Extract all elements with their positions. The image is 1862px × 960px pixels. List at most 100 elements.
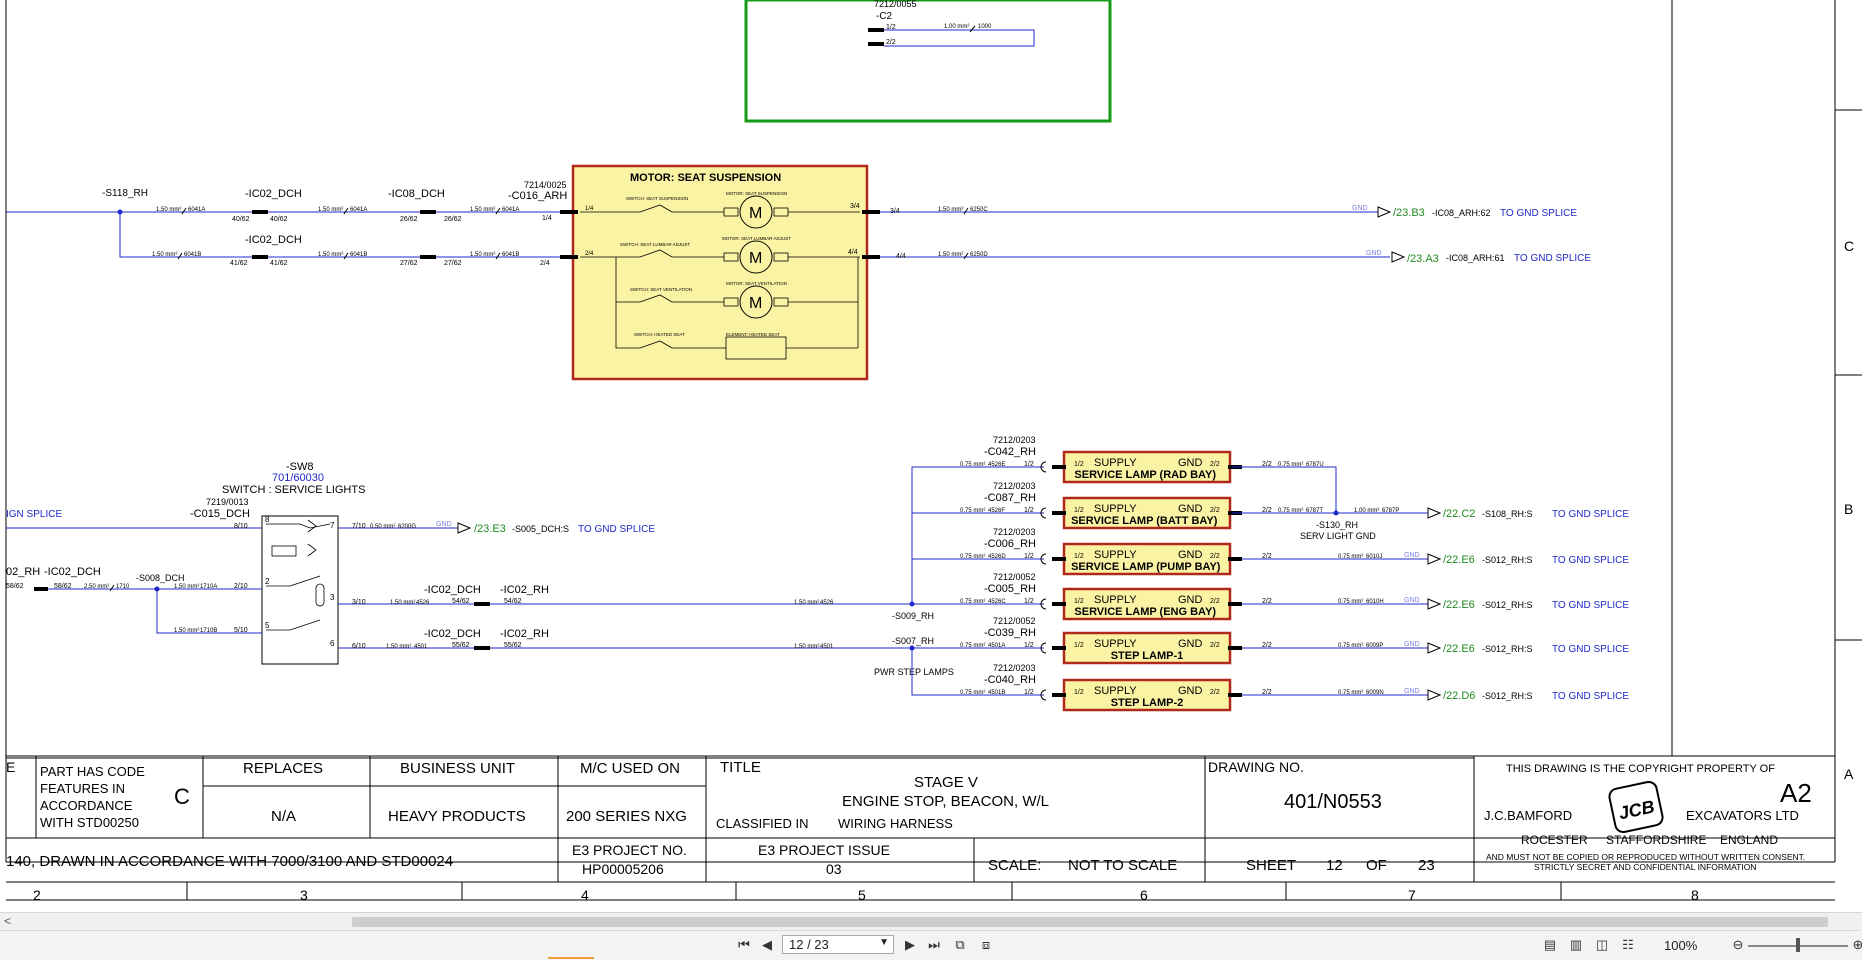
row2-ref[interactable]: /23.A3 xyxy=(1407,253,1439,265)
lamp-box-p2: 2/2 xyxy=(1210,507,1220,514)
row1-pin-in: 1/4 xyxy=(542,215,552,222)
tb-mc-h: M/C USED ON xyxy=(580,760,680,777)
zone-6: 6 xyxy=(1140,887,1148,903)
off-page-arrow-icon xyxy=(1427,507,1442,519)
copy-page-icon[interactable]: ⧉ xyxy=(950,936,970,954)
tb-bu-v: HEAVY PRODUCTS xyxy=(388,808,526,825)
lamp-dest-ref[interactable]: /22.E6 xyxy=(1443,554,1475,566)
lamp-dest-ref[interactable]: /22.C2 xyxy=(1443,508,1475,520)
paste-page-icon[interactable]: ⧈ xyxy=(976,936,996,954)
zoom-in-icon[interactable]: ⊕ xyxy=(1848,936,1862,954)
lamp-title: STEP LAMP-2 xyxy=(1111,697,1184,709)
lamp-box-p1: 1/2 xyxy=(1074,642,1084,649)
tb-classified-h: CLASSIFIED IN xyxy=(716,816,808,831)
lamp-conn: -C005_RH xyxy=(984,583,1036,595)
tb-co-right: EXCAVATORS LTD xyxy=(1686,808,1799,823)
lamp-box-p2: 2/2 xyxy=(1210,689,1220,696)
two-page-view-icon[interactable]: ◫ xyxy=(1592,936,1612,954)
tb-addr3: ENGLAND xyxy=(1720,833,1778,847)
lamp-box-p1: 1/2 xyxy=(1074,689,1084,696)
drawing-canvas[interactable]: C B A 7212/0055 -C2 1/2 2/2 1.00 mm² 100… xyxy=(0,0,1862,903)
row1-note: TO GND SPLICE xyxy=(1500,208,1577,219)
lamp-w-in: 0.75 mm² xyxy=(960,643,985,649)
row1-w2id: 6041A xyxy=(350,207,367,213)
mid-s007: -S007_RH xyxy=(892,636,934,646)
left-out-wid: 6200G xyxy=(398,524,416,530)
tb-code-1: PART HAS CODE xyxy=(40,764,145,779)
row1-w3: 1.50 mm² xyxy=(470,207,495,213)
lamp-w-out: 0.75 mm² xyxy=(1338,599,1363,605)
sw8-n7: 7 xyxy=(330,521,335,530)
row2-w2id: 6041B xyxy=(350,252,367,258)
lamp-dest-ref[interactable]: /22.D6 xyxy=(1443,690,1475,702)
continuous-view-icon[interactable]: ▥ xyxy=(1566,936,1586,954)
seat-sw2: SWITCH: SEAT LUMBAR ADJUST xyxy=(620,242,690,247)
off-page-arrow-icon xyxy=(1427,689,1442,701)
horizontal-scrollbar[interactable]: < xyxy=(0,912,1862,931)
lamp-title: SERVICE LAMP (BATT BAY) xyxy=(1071,515,1218,527)
first-page-icon[interactable]: ⏮ xyxy=(734,936,754,954)
seat-sw3: SWITCH: SEAT VENTILATION xyxy=(630,287,692,292)
top-box-pin2: 2/2 xyxy=(886,39,896,46)
left-w-aid: 1710A xyxy=(200,584,217,590)
page-select[interactable]: 12 / 23 ▼ xyxy=(782,935,894,954)
lamp-wid-in: 4526E xyxy=(988,462,1005,468)
sw8-n2: 2 xyxy=(265,577,270,586)
lamp-conn: -C087_RH xyxy=(984,492,1036,504)
scroll-left-icon[interactable]: < xyxy=(4,914,11,928)
row2-woutid: 6250D xyxy=(970,252,988,258)
row1-ref[interactable]: /23.B3 xyxy=(1393,207,1425,219)
ign-splice: IGN SPLICE xyxy=(6,509,62,520)
wiring-diagram: C B A 7212/0055 -C2 1/2 2/2 1.00 mm² 100… xyxy=(0,0,1862,903)
lamp-note: TO GND SPLICE xyxy=(1552,691,1629,702)
off-page-arrow-icon xyxy=(1377,206,1392,218)
single-page-view-icon[interactable]: ▤ xyxy=(1540,936,1560,954)
lamp-supply: SUPPLY xyxy=(1094,457,1137,469)
two-page-continuous-icon[interactable]: ☷ xyxy=(1618,936,1638,954)
prev-page-icon[interactable]: ◀ xyxy=(757,936,777,954)
sw8-n8: 8 xyxy=(265,515,270,524)
row1-wout: 1.50 mm² xyxy=(938,207,963,213)
mid-wa2: 1.50 mm² xyxy=(794,600,819,606)
left-out-ref[interactable]: /23.E3 xyxy=(474,523,506,535)
lamp-conn: -C039_RH xyxy=(984,627,1036,639)
tb-code-2: FEATURES IN xyxy=(40,781,125,796)
row2-wout: 1.50 mm² xyxy=(938,252,963,258)
sw8-conn-ref: 7219/0013 xyxy=(206,497,249,507)
lamp-dest-ref[interactable]: /22.E6 xyxy=(1443,599,1475,611)
next-page-icon[interactable]: ▶ xyxy=(900,936,920,954)
zoom-slider-thumb[interactable] xyxy=(1796,938,1800,952)
lamp-w-in: 0.75 mm² xyxy=(960,508,985,514)
sw8-part[interactable]: 701/60030 xyxy=(272,472,324,484)
lamp-box-p1: 1/2 xyxy=(1074,553,1084,560)
mid-c-d-p: 55/62 xyxy=(504,642,522,649)
row1-c1p2: 40/62 xyxy=(270,216,288,223)
mid-wb2: 1.50 mm² xyxy=(794,644,819,650)
tb-classified-v: WIRING HARNESS xyxy=(838,816,953,831)
sw8-p7: 7/10 xyxy=(352,523,366,530)
scroll-thumb[interactable] xyxy=(352,917,1828,927)
tb-addr2: STAFFORDSHIRE xyxy=(1606,833,1706,847)
lamp-note: TO GND SPLICE xyxy=(1552,644,1629,655)
zoom-out-icon[interactable]: ⊖ xyxy=(1728,936,1748,954)
row2-dest: -IC08_ARH:61 xyxy=(1446,253,1505,263)
last-page-icon[interactable]: ⏭ xyxy=(924,936,944,954)
tb-sheet-h: SHEET xyxy=(1246,857,1296,874)
row1-pin-out: 3/4 xyxy=(890,208,900,215)
lamp-w-in: 0.75 mm² xyxy=(960,554,985,560)
lamp-wid-out: 6010H xyxy=(1366,599,1384,605)
lamp-dest-ref[interactable]: /22.E6 xyxy=(1443,643,1475,655)
left-w-b: 1.50 mm² xyxy=(174,628,199,634)
lamp-title: SERVICE LAMP (ENG BAY) xyxy=(1074,606,1216,618)
row1-w1id: 6041A xyxy=(188,207,205,213)
row1-w3id: 6041A xyxy=(502,207,519,213)
lamp-p1: 1/2 xyxy=(1024,689,1034,696)
tb-e3-no-v: HP00005206 xyxy=(582,861,664,877)
lamp-dest: -S012_RH:S xyxy=(1482,691,1533,701)
off-page-arrow-icon xyxy=(1391,251,1406,263)
tb-e3-no-h: E3 PROJECT NO. xyxy=(572,842,687,858)
mid-wa: 1.50 mm² xyxy=(390,600,415,606)
lamp-wid-in: 4501B xyxy=(988,690,1005,696)
lamp-p1: 1/2 xyxy=(1024,461,1034,468)
off-page-arrow-icon xyxy=(1427,598,1442,610)
